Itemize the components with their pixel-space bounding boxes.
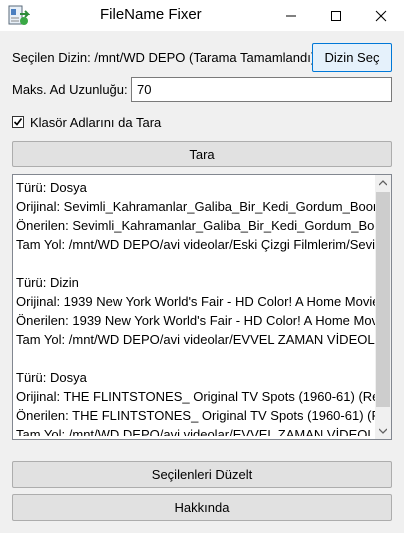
minimize-button[interactable]: [268, 0, 313, 31]
max-name-length-input[interactable]: 70: [131, 77, 392, 102]
checkmark-icon: [13, 118, 23, 126]
results-list[interactable]: Türü: Dosya Orijinal: Sevimli_Kahramanla…: [12, 174, 392, 440]
selected-directory-label: Seçilen Dizin: /mnt/WD DEPO (Tarama Tama…: [12, 50, 316, 65]
minimize-icon: [285, 15, 296, 16]
close-button[interactable]: [358, 0, 403, 31]
result-path: Tam Yol: /mnt/WD DEPO/avi videolar/EVVEL…: [16, 427, 378, 436]
scan-folders-checkbox[interactable]: [12, 116, 24, 128]
scroll-down-icon[interactable]: [375, 423, 391, 439]
select-directory-button[interactable]: Dizin Seç: [312, 43, 392, 72]
app-icon: [8, 5, 31, 27]
result-type: Türü: Dizin: [16, 275, 79, 290]
scrollbar-thumb[interactable]: [376, 192, 390, 407]
title-bar: FileName Fixer: [0, 0, 404, 31]
about-button[interactable]: Hakkında: [12, 494, 392, 521]
list-item[interactable]: Türü: Dizin Orijinal: 1939 New York Worl…: [16, 273, 378, 349]
result-original: Orijinal: THE FLINTSTONES_ Original TV S…: [16, 389, 378, 404]
list-item[interactable]: Türü: Dosya Orijinal: Sevimli_Kahramanla…: [16, 178, 378, 254]
vertical-scrollbar[interactable]: [375, 175, 391, 439]
result-suggested: Önerilen: 1939 New York World's Fair - H…: [16, 313, 378, 328]
scroll-up-icon[interactable]: [375, 175, 391, 191]
scan-folders-label: Klasör Adlarını da Tara: [30, 115, 162, 130]
fix-selected-button[interactable]: Seçilenleri Düzelt: [12, 461, 392, 488]
close-icon: [375, 10, 386, 21]
result-suggested: Önerilen: THE FLINTSTONES_ Original TV S…: [16, 408, 378, 423]
result-suggested: Önerilen: Sevimli_Kahramanlar_Galiba_Bir…: [16, 218, 378, 233]
result-original: Orijinal: Sevimli_Kahramanlar_Galiba_Bir…: [16, 199, 378, 214]
result-type: Türü: Dosya: [16, 370, 87, 385]
result-original: Orijinal: 1939 New York World's Fair - H…: [16, 294, 378, 309]
scan-button[interactable]: Tara: [12, 141, 392, 167]
window-title: FileName Fixer: [100, 6, 202, 23]
maximize-button[interactable]: [313, 0, 358, 31]
list-item[interactable]: Türü: Dosya Orijinal: THE FLINTSTONES_ O…: [16, 368, 378, 436]
result-path: Tam Yol: /mnt/WD DEPO/avi videolar/EVVEL…: [16, 332, 378, 347]
result-type: Türü: Dosya: [16, 180, 87, 195]
result-path: Tam Yol: /mnt/WD DEPO/avi videolar/Eski …: [16, 237, 378, 252]
max-name-length-value: 70: [137, 82, 152, 97]
maximize-icon: [330, 10, 341, 21]
max-name-length-label: Maks. Ad Uzunluğu:: [12, 82, 128, 97]
